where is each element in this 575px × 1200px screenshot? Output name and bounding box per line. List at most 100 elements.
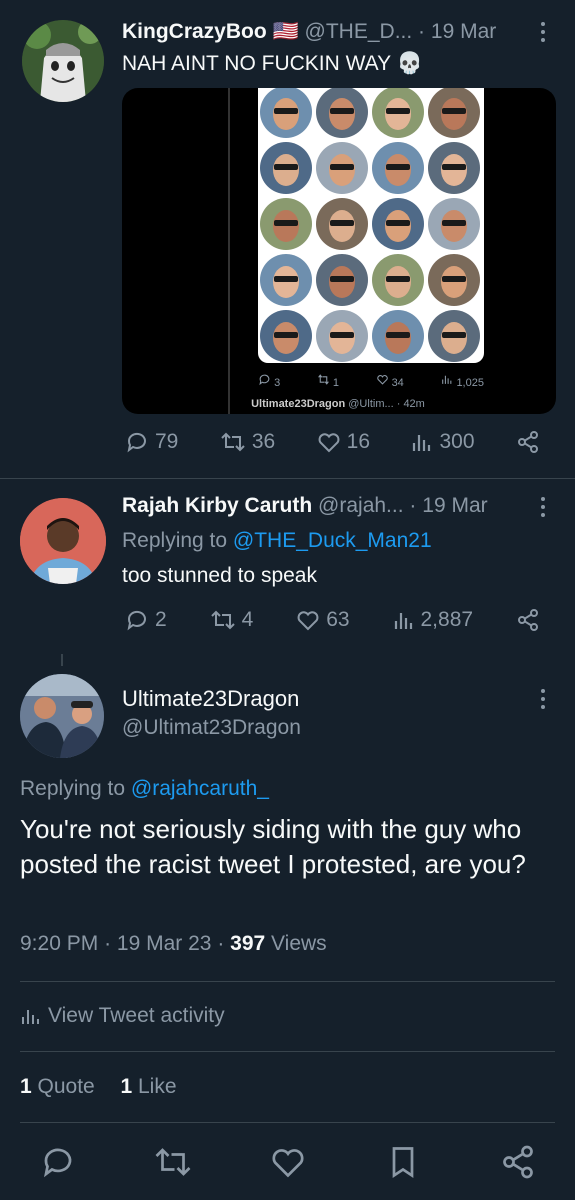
handle[interactable]: @THE_D... — [305, 20, 413, 43]
reply-button[interactable] — [38, 1144, 78, 1180]
face-portrait — [428, 310, 480, 362]
views-count: 2,887 — [420, 608, 474, 631]
tweet-text: too stunned to speak — [122, 564, 317, 587]
tweet-date[interactable]: 19 Mar 23 — [117, 932, 212, 955]
reply-icon — [127, 610, 146, 631]
face-portrait — [260, 254, 312, 306]
quotes-link[interactable]: 1 Quote — [20, 1075, 101, 1098]
avatar-kingcrazyboo[interactable] — [22, 20, 104, 102]
retweet-icon — [317, 374, 329, 385]
tweet-media[interactable]: 3 1 34 1,025 Ultimate23Dragon @Ultim... … — [122, 88, 556, 414]
flag-icon: 🇺🇸 — [272, 20, 299, 43]
like-button[interactable]: 16 — [317, 430, 370, 454]
display-name[interactable]: Rajah Kirby Caruth — [122, 494, 312, 517]
retweet-button[interactable] — [153, 1144, 193, 1180]
avatar-rajah[interactable] — [20, 498, 106, 584]
face-portrait — [316, 142, 368, 194]
reply-button[interactable]: 79 — [125, 430, 178, 454]
analytics-icon — [22, 1010, 39, 1024]
share-button[interactable] — [498, 1144, 538, 1180]
two-people-avatar-image — [20, 674, 104, 758]
face-portrait — [428, 254, 480, 306]
embedded-next-name: Ultimate23Dragon — [251, 398, 346, 410]
embedded-like: 34 — [376, 373, 404, 389]
heart-icon — [376, 375, 388, 385]
bookmark-button[interactable] — [383, 1144, 423, 1180]
tweet2-header: Rajah Kirby Caruth @rajah... · 19 Mar — [122, 494, 532, 518]
embedded-next-tweet: Ultimate23Dragon @Ultim... · 42m — [251, 398, 425, 410]
tweet-date[interactable]: 19 Mar — [422, 494, 487, 517]
likes-link[interactable]: 1 Like — [120, 1075, 176, 1098]
ghost-avatar-image — [22, 20, 104, 102]
heart-icon — [318, 433, 340, 453]
face-portrait — [260, 88, 312, 138]
embedded-actions: 3 1 34 1,025 — [258, 371, 484, 391]
like-button[interactable] — [268, 1144, 308, 1180]
divider — [20, 981, 555, 982]
like-count: 16 — [346, 430, 371, 453]
tweet1-actions: 79 36 16 300 — [125, 430, 540, 454]
tweet-text: NAH AINT NO FUCKIN WAY 💀 — [122, 52, 423, 75]
face-portrait — [260, 142, 312, 194]
display-name[interactable]: Ultimate23Dragon — [122, 686, 299, 712]
share-icon — [517, 609, 538, 631]
replying-to-link[interactable]: @rajahcaruth_ — [131, 777, 269, 800]
face-portrait — [372, 198, 424, 250]
tweet-time[interactable]: 9:20 PM — [20, 932, 98, 955]
tweet-text: You're not seriously siding with the guy… — [20, 814, 526, 879]
retweet-button[interactable]: 36 — [220, 430, 275, 454]
views-count: 397 — [230, 932, 266, 955]
retweet-icon — [221, 432, 245, 452]
avatar-ultimate23dragon[interactable] — [20, 674, 104, 758]
views-button[interactable]: 2,887 — [393, 608, 474, 632]
display-name[interactable]: KingCrazyBoo — [122, 20, 267, 43]
views-count: 300 — [439, 430, 475, 453]
divider — [20, 1122, 555, 1123]
reply-count: 2 — [155, 608, 167, 631]
embedded-reply: 3 — [258, 373, 280, 389]
handle[interactable]: @rajah... — [318, 494, 404, 517]
views-button[interactable]: 300 — [411, 430, 475, 454]
reply-button[interactable]: 2 — [125, 608, 167, 632]
face-portrait — [372, 142, 424, 194]
more-options-icon[interactable] — [540, 22, 546, 46]
separator-dot: · — [409, 494, 417, 517]
share-icon — [518, 431, 538, 453]
embedded-views: 1,025 — [440, 373, 484, 389]
like-button[interactable]: 63 — [296, 608, 350, 632]
replying-to: Replying to @THE_Duck_Man21 — [122, 529, 432, 552]
separator-dot: · — [418, 20, 426, 43]
face-portrait — [316, 254, 368, 306]
view-tweet-activity-button[interactable]: View Tweet activity — [20, 1004, 225, 1028]
embedded-image — [258, 88, 484, 363]
tweet1-header: KingCrazyBoo 🇺🇸 @THE_D... · 19 Mar — [122, 20, 522, 48]
share-button[interactable] — [516, 608, 540, 632]
thread-connector — [61, 654, 63, 666]
face-portrait — [260, 310, 312, 362]
retweet-icon — [210, 610, 235, 630]
face-portrait — [316, 198, 368, 250]
views-icon — [442, 375, 452, 384]
replying-to: Replying to @rajahcaruth_ — [20, 777, 269, 800]
face-portrait — [316, 310, 368, 362]
replying-to-link[interactable]: @THE_Duck_Man21 — [233, 529, 432, 552]
tweet-divider — [0, 478, 575, 479]
reply-count: 79 — [155, 430, 179, 453]
tweet-date[interactable]: 19 Mar — [431, 20, 496, 43]
face-portrait — [372, 310, 424, 362]
share-button[interactable] — [516, 430, 540, 454]
like-count: 63 — [326, 608, 350, 631]
divider — [20, 1051, 555, 1052]
reply-icon — [127, 432, 146, 453]
embedded-thread-line — [228, 88, 230, 414]
person-avatar-image — [20, 498, 106, 584]
views-icon — [394, 613, 412, 629]
retweet-count: 4 — [241, 608, 254, 631]
retweet-button[interactable]: 4 — [210, 608, 254, 632]
handle[interactable]: @Ultimat23Dragon — [122, 716, 301, 740]
face-portrait — [372, 88, 424, 138]
more-options-icon[interactable] — [540, 497, 546, 521]
more-options-icon[interactable] — [540, 689, 546, 713]
views-label: Views — [271, 932, 327, 955]
face-portrait — [428, 88, 480, 138]
